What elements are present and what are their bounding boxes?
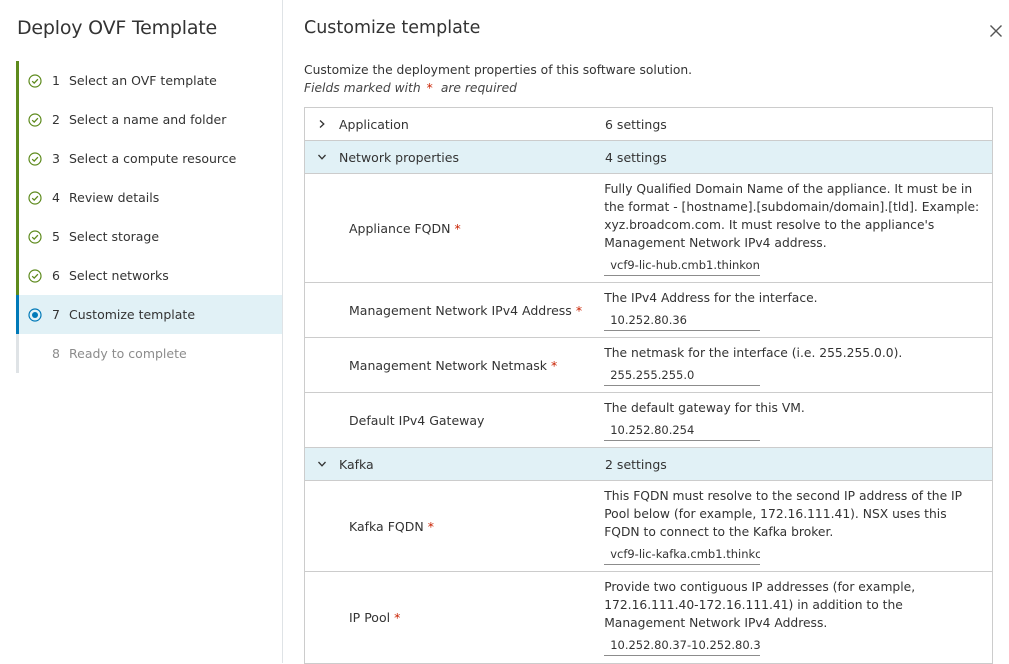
property-label-text: Management Network Netmask bbox=[349, 357, 548, 373]
group-name: Kafka bbox=[339, 456, 374, 472]
property-value: The netmask for the interface (i.e. 255.… bbox=[604, 338, 992, 392]
chevron-down-icon[interactable] bbox=[305, 459, 339, 469]
wizard-step-2[interactable]: 2 Select a name and folder bbox=[16, 100, 282, 139]
wizard-steps: 1 Select an OVF template 2 Select a name… bbox=[16, 61, 282, 373]
required-note-prefix: Fields marked with bbox=[304, 81, 421, 95]
property-label: IP Pool * bbox=[305, 572, 604, 663]
radio-dot-icon bbox=[28, 307, 42, 322]
property-row-ip-pool: IP Pool * Provide two contiguous IP addre… bbox=[305, 572, 992, 664]
property-value: Provide two contiguous IP addresses (for… bbox=[604, 572, 992, 663]
group-kafka[interactable]: Kafka 2 settings bbox=[305, 448, 992, 481]
step-number: 1 bbox=[52, 73, 60, 88]
check-circle-icon bbox=[28, 190, 42, 205]
required-star: * bbox=[426, 81, 433, 95]
check-circle-icon bbox=[28, 112, 42, 127]
property-help: The netmask for the interface (i.e. 255.… bbox=[604, 346, 903, 360]
group-network-properties[interactable]: Network properties 4 settings bbox=[305, 141, 992, 174]
property-label-text: IP Pool bbox=[349, 610, 391, 625]
step-number: 2 bbox=[52, 112, 60, 127]
wizard-step-5[interactable]: 5 Select storage bbox=[16, 217, 282, 256]
property-help: Provide two contiguous IP addresses (for… bbox=[604, 580, 916, 630]
required-star: * bbox=[575, 302, 583, 318]
wizard-step-3[interactable]: 3 Select a compute resource bbox=[16, 139, 282, 178]
wizard-title: Deploy OVF Template bbox=[17, 17, 218, 39]
page-title: Customize template bbox=[304, 18, 481, 38]
required-star: * bbox=[427, 518, 434, 534]
property-label-text: Kafka FQDN bbox=[349, 518, 424, 534]
property-help: The IPv4 Address for the interface. bbox=[604, 291, 818, 305]
group-application[interactable]: Application 6 settings bbox=[305, 108, 992, 141]
step-number: 3 bbox=[52, 151, 60, 166]
step-label: Select an OVF template bbox=[69, 73, 217, 88]
property-label-text: Default IPv4 Gateway bbox=[349, 412, 485, 428]
required-star: * bbox=[454, 220, 461, 236]
wizard-step-8: 8 Ready to complete bbox=[16, 334, 282, 373]
property-label: Management Network Netmask * bbox=[305, 338, 604, 392]
chevron-down-icon[interactable] bbox=[305, 152, 339, 162]
wizard-step-7[interactable]: 7 Customize template bbox=[16, 295, 282, 334]
group-count: 2 settings bbox=[605, 456, 667, 472]
required-note-suffix: are required bbox=[440, 81, 517, 95]
check-circle-icon bbox=[28, 229, 42, 244]
step-label: Customize template bbox=[69, 307, 196, 322]
property-value: Fully Qualified Domain Name of the appli… bbox=[604, 174, 992, 282]
wizard-step-1[interactable]: 1 Select an OVF template bbox=[16, 61, 282, 100]
property-value: This FQDN must resolve to the second IP … bbox=[604, 481, 992, 571]
wizard-step-6[interactable]: 6 Select networks bbox=[16, 256, 282, 295]
check-circle-icon bbox=[28, 151, 42, 166]
ip-pool-input[interactable] bbox=[604, 634, 761, 656]
kafka-fqdn-input[interactable] bbox=[604, 543, 761, 565]
property-row-mgmt-ipv4: Management Network IPv4 Address * The IPv… bbox=[305, 283, 992, 338]
required-star: * bbox=[551, 357, 558, 373]
property-row-kafka-fqdn: Kafka FQDN * This FQDN must resolve to th… bbox=[305, 481, 992, 572]
step-label: Review details bbox=[69, 190, 160, 205]
check-circle-icon bbox=[28, 73, 42, 88]
close-icon[interactable] bbox=[987, 22, 1005, 40]
property-label-text: Management Network IPv4 Address bbox=[349, 302, 572, 318]
wizard-step-4[interactable]: 4 Review details bbox=[16, 178, 282, 217]
default-gateway-input[interactable] bbox=[604, 419, 761, 441]
required-note: Fields marked with * are required bbox=[304, 81, 517, 95]
step-label: Ready to complete bbox=[69, 346, 187, 361]
property-label: Kafka FQDN * bbox=[305, 481, 604, 571]
check-circle-icon bbox=[28, 268, 42, 283]
mgmt-ipv4-input[interactable] bbox=[604, 309, 761, 331]
property-help: This FQDN must resolve to the second IP … bbox=[604, 489, 963, 539]
wizard-sidebar: Deploy OVF Template 1 Select an OVF temp… bbox=[0, 0, 283, 663]
step-label: Select a compute resource bbox=[69, 151, 237, 166]
step-number: 6 bbox=[52, 268, 60, 283]
property-label-text: Appliance FQDN bbox=[349, 220, 451, 236]
main-panel: Customize template Customize the deploym… bbox=[284, 0, 1009, 664]
step-label: Select networks bbox=[69, 268, 169, 283]
property-row-appliance-fqdn: Appliance FQDN * Fully Qualified Domain N… bbox=[305, 174, 992, 283]
property-label: Appliance FQDN * bbox=[305, 174, 604, 282]
group-name: Network properties bbox=[339, 149, 459, 165]
group-count: 4 settings bbox=[605, 149, 667, 165]
property-row-mgmt-netmask: Management Network Netmask * The netmask … bbox=[305, 338, 992, 393]
group-name: Application bbox=[339, 116, 409, 132]
properties-grid: Application 6 settings Network propertie… bbox=[304, 107, 993, 664]
step-number: 8 bbox=[52, 346, 60, 361]
step-number: 4 bbox=[52, 190, 60, 205]
empty-step-icon bbox=[28, 347, 42, 361]
group-count: 6 settings bbox=[605, 116, 667, 132]
mgmt-netmask-input[interactable] bbox=[604, 364, 761, 386]
property-row-default-gateway: Default IPv4 Gateway The default gateway… bbox=[305, 393, 992, 448]
appliance-fqdn-input[interactable] bbox=[604, 254, 761, 276]
property-value: The default gateway for this VM. bbox=[604, 393, 992, 447]
required-star: * bbox=[394, 610, 401, 625]
step-label: Select a name and folder bbox=[69, 112, 227, 127]
property-help: Fully Qualified Domain Name of the appli… bbox=[604, 182, 980, 250]
step-number: 5 bbox=[52, 229, 60, 244]
property-value: The IPv4 Address for the interface. bbox=[604, 283, 992, 337]
chevron-right-icon[interactable] bbox=[305, 119, 339, 129]
step-number: 7 bbox=[52, 307, 60, 322]
property-label: Management Network IPv4 Address * bbox=[305, 283, 604, 337]
property-label: Default IPv4 Gateway bbox=[305, 393, 604, 447]
step-label: Select storage bbox=[69, 229, 160, 244]
property-help: The default gateway for this VM. bbox=[604, 401, 805, 415]
page-description: Customize the deployment properties of t… bbox=[304, 63, 693, 77]
